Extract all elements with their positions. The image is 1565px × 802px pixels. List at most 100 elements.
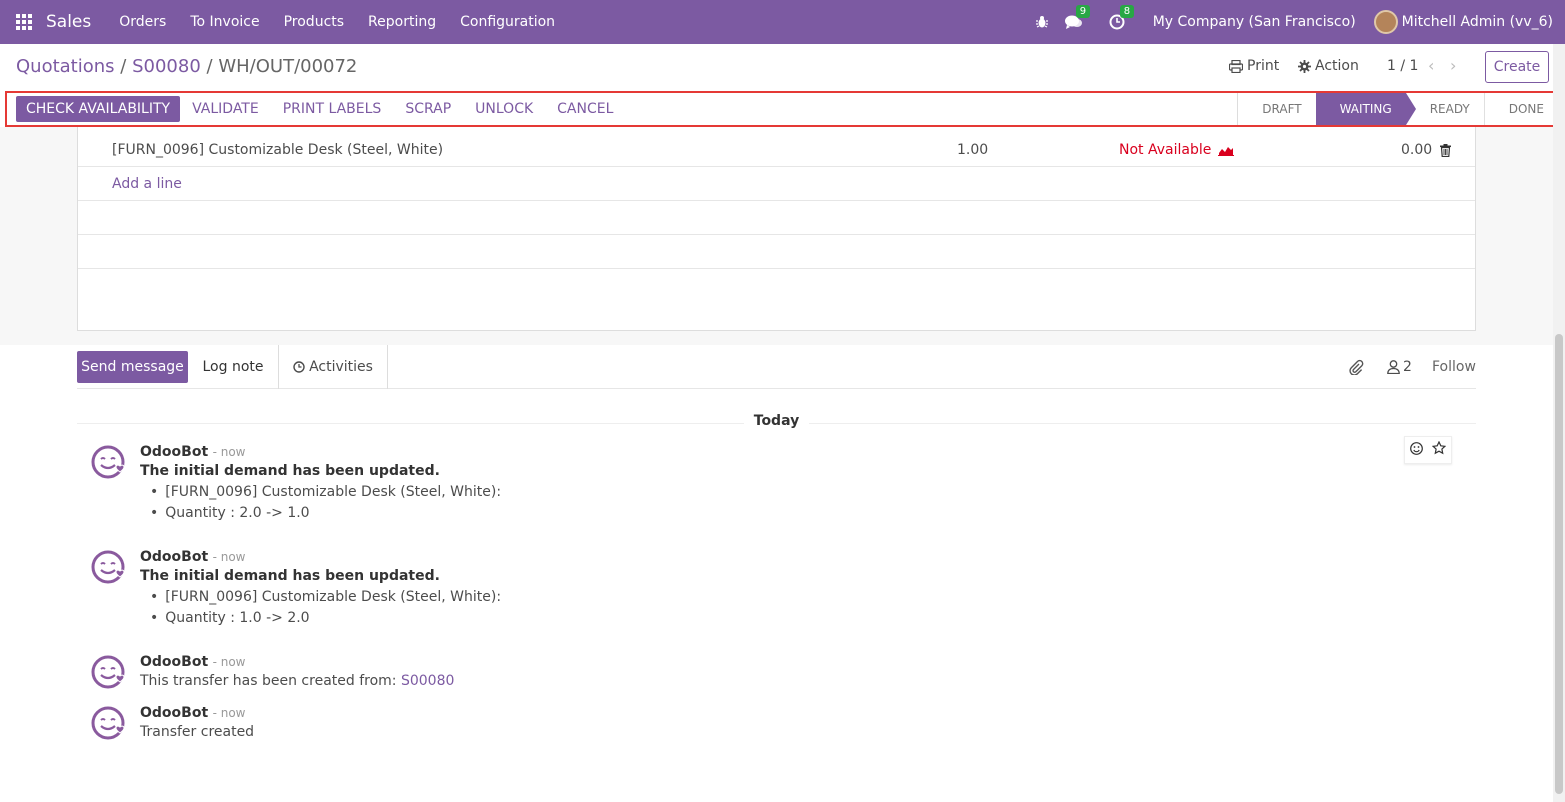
breadcrumb-separator: /: [120, 56, 127, 77]
action-label: Action: [1315, 58, 1359, 74]
menu-orders[interactable]: Orders: [107, 14, 178, 30]
stage-pipeline: DRAFT WAITING READY DONE: [1237, 93, 1558, 125]
stage-ready-label: READY: [1429, 102, 1470, 116]
pager-value[interactable]: 1 / 1: [1387, 58, 1418, 74]
date-separator-label: Today: [743, 413, 810, 429]
check-availability-button[interactable]: CHECK AVAILABILITY: [16, 96, 181, 122]
menu-products[interactable]: Products: [272, 14, 356, 30]
message-body: OdooBot - now Transfer created: [140, 705, 1340, 740]
message-tracking-list: [FURN_0096] Customizable Desk (Steel, Wh…: [140, 587, 1340, 629]
message-header: OdooBot - now: [140, 654, 1340, 670]
source-document-link[interactable]: S00080: [401, 673, 454, 689]
log-note-button[interactable]: Log note: [188, 345, 279, 389]
breadcrumb-sale-order[interactable]: S00080: [132, 56, 201, 77]
menu-to-invoice[interactable]: To Invoice: [178, 14, 271, 30]
action-menu-button[interactable]: Action: [1298, 58, 1359, 74]
stage-draft[interactable]: DRAFT: [1237, 93, 1315, 125]
quantity-done-value[interactable]: 0.00: [1401, 142, 1432, 158]
messages-count-badge: 9: [1075, 5, 1091, 18]
area-chart-icon[interactable]: [1218, 144, 1235, 156]
menu-configuration[interactable]: Configuration: [448, 14, 567, 30]
table-row[interactable]: [FURN_0096] Customizable Desk (Steel, Wh…: [78, 133, 1475, 167]
odoobot-avatar: [91, 445, 125, 479]
message-title: The initial demand has been updated.: [140, 463, 440, 479]
send-message-button[interactable]: Send message: [77, 351, 188, 383]
empty-row: [78, 235, 1475, 269]
breadcrumb: Quotations / S00080 / WH/OUT/00072: [16, 56, 357, 77]
stage-arrow-shape: [1405, 93, 1416, 125]
product-demand[interactable]: 1.00: [957, 142, 988, 158]
message-date: - now: [212, 445, 246, 459]
message-body: OdooBot - now The initial demand has bee…: [140, 444, 1340, 524]
gear-icon: [1298, 59, 1311, 73]
activities-button[interactable]: Activities: [279, 345, 388, 389]
breadcrumb-current: WH/OUT/00072: [218, 56, 358, 77]
message-author[interactable]: OdooBot: [140, 654, 208, 670]
chatter-topbar: Send message Log note Activities 2 Follo…: [77, 345, 1476, 389]
print-label: Print: [1247, 58, 1280, 74]
apps-menu-icon[interactable]: [0, 0, 44, 44]
statusbar-buttons: CHECK AVAILABILITY VALIDATE PRINT LABELS…: [16, 96, 625, 122]
odoobot-avatar: [91, 550, 125, 584]
product-name[interactable]: [FURN_0096] Customizable Desk (Steel, Wh…: [112, 142, 443, 158]
list-item: Quantity : 1.0 -> 2.0: [150, 608, 1340, 629]
followers-button[interactable]: 2: [1387, 359, 1412, 375]
validate-button[interactable]: VALIDATE: [180, 96, 271, 122]
smile-icon[interactable]: [1409, 441, 1423, 459]
pager-previous-icon[interactable]: ‹: [1428, 56, 1434, 75]
stage-done[interactable]: DONE: [1483, 93, 1558, 125]
message-author[interactable]: OdooBot: [140, 444, 208, 460]
star-icon[interactable]: [1431, 440, 1447, 459]
follow-button[interactable]: Follow: [1432, 359, 1476, 375]
list-item: [FURN_0096] Customizable Desk (Steel, Wh…: [150, 587, 1340, 608]
odoobot-avatar: [91, 706, 125, 740]
stage-ready[interactable]: READY: [1406, 93, 1484, 125]
chat-icon[interactable]: 9: [1064, 5, 1091, 30]
activities-label: Activities: [309, 359, 373, 375]
message-title: The initial demand has been updated.: [140, 568, 440, 584]
print-menu-button[interactable]: Print: [1229, 58, 1279, 74]
stage-done-label: DONE: [1508, 102, 1544, 116]
message-author[interactable]: OdooBot: [140, 705, 208, 721]
bug-icon[interactable]: [1035, 15, 1049, 29]
form-statusbar: CHECK AVAILABILITY VALIDATE PRINT LABELS…: [5, 91, 1560, 127]
create-button[interactable]: Create: [1485, 51, 1549, 83]
printer-icon: [1229, 59, 1243, 73]
empty-row: [78, 201, 1475, 235]
menu-reporting[interactable]: Reporting: [356, 14, 448, 30]
availability-status: Not Available: [1119, 142, 1235, 158]
navbar-systray: 9 8 My Company (San Francisco) Mitchell …: [1027, 0, 1565, 44]
message-date: - now: [212, 550, 246, 564]
clock-icon: [293, 361, 305, 373]
message-body: OdooBot - now This transfer has been cre…: [140, 654, 1340, 689]
company-switcher[interactable]: My Company (San Francisco): [1153, 14, 1356, 30]
scrollbar-thumb[interactable]: [1555, 334, 1563, 794]
message-header: OdooBot - now: [140, 705, 1340, 721]
unlock-button[interactable]: UNLOCK: [463, 96, 545, 122]
message-date: - now: [212, 706, 246, 720]
message-author[interactable]: OdooBot: [140, 549, 208, 565]
app-name[interactable]: Sales: [46, 12, 91, 32]
user-menu[interactable]: Mitchell Admin (vv_6): [1402, 14, 1553, 30]
followers-count: 2: [1403, 359, 1412, 375]
stage-waiting[interactable]: WAITING: [1315, 93, 1416, 125]
breadcrumb-quotations[interactable]: Quotations: [16, 56, 115, 77]
main-menu: Orders To Invoice Products Reporting Con…: [107, 14, 567, 30]
cancel-button[interactable]: CANCEL: [545, 96, 625, 122]
add-a-line-link[interactable]: Add a line: [112, 176, 182, 192]
message-text-content: This transfer has been created from:: [140, 673, 397, 689]
odoobot-avatar: [91, 655, 125, 689]
trash-icon[interactable]: [1440, 143, 1452, 157]
pager-next-icon[interactable]: ›: [1450, 56, 1456, 75]
page-scrollbar[interactable]: [1553, 44, 1565, 802]
scrap-button[interactable]: SCRAP: [393, 96, 463, 122]
availability-label: Not Available: [1119, 142, 1212, 158]
print-labels-button[interactable]: PRINT LABELS: [271, 96, 394, 122]
stage-waiting-label: WAITING: [1339, 102, 1392, 116]
list-item: Quantity : 2.0 -> 1.0: [150, 503, 1340, 524]
paperclip-icon[interactable]: [1348, 359, 1364, 379]
message-text: Transfer created: [140, 724, 255, 740]
user-avatar[interactable]: [1373, 10, 1398, 34]
clock-icon[interactable]: 8: [1109, 5, 1135, 30]
user-icon: [1387, 360, 1400, 374]
